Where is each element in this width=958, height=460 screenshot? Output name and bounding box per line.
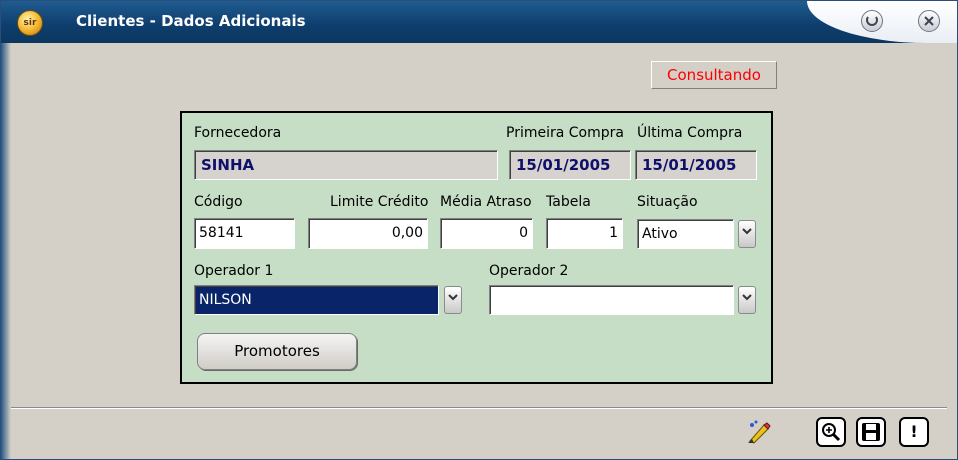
alert-icon: !	[910, 422, 918, 441]
status-indicator: Consultando	[651, 61, 777, 89]
promotores-button[interactable]: Promotores	[197, 333, 357, 370]
window-title: Clientes - Dados Adicionais	[76, 12, 306, 30]
ultima-compra-label: Última Compra	[637, 125, 743, 141]
app-icon[interactable]: sir	[17, 10, 43, 36]
save-button[interactable]	[856, 417, 886, 447]
title-bar: sir Clientes - Dados Adicionais	[1, 1, 957, 43]
limite-credito-input[interactable]: 0,00	[308, 218, 428, 249]
minimize-icon	[866, 16, 878, 26]
primeira-compra-label: Primeira Compra	[506, 125, 624, 141]
fornecedora-label: Fornecedora	[194, 125, 282, 141]
edit-clear-button[interactable]	[744, 417, 774, 447]
operador1-label: Operador 1	[194, 263, 274, 279]
zoom-button[interactable]	[816, 417, 846, 447]
fornecedora-field[interactable]: SINHA	[194, 150, 498, 180]
operador1-dropdown-button[interactable]	[444, 286, 462, 314]
operador2-dropdown-button[interactable]	[738, 286, 756, 314]
primeira-compra-field[interactable]: 15/01/2005	[509, 150, 631, 180]
minimize-button[interactable]	[861, 10, 883, 32]
edit-clear-icon	[748, 420, 771, 444]
chevron-down-icon	[742, 294, 752, 301]
media-atraso-input[interactable]: 0	[440, 218, 533, 249]
ultima-compra-field[interactable]: 15/01/2005	[635, 150, 757, 180]
tabela-input[interactable]: 1	[546, 218, 623, 249]
operador2-select[interactable]	[489, 285, 734, 315]
chevron-down-icon	[448, 294, 458, 301]
alert-button[interactable]: !	[899, 417, 929, 447]
chevron-down-icon	[742, 228, 752, 235]
tabela-label: Tabela	[546, 194, 591, 210]
situacao-label: Situação	[637, 194, 698, 210]
situacao-dropdown-button[interactable]	[738, 220, 756, 248]
codigo-label: Código	[194, 194, 243, 210]
limite-credito-label: Limite Crédito	[330, 194, 429, 210]
operador2-label: Operador 2	[489, 263, 569, 279]
bottom-toolbar	[11, 408, 947, 456]
window-left-edge	[1, 43, 11, 459]
situacao-select[interactable]: Ativo	[637, 219, 734, 249]
window: sir Clientes - Dados Adicionais Consulta…	[0, 0, 958, 460]
close-button[interactable]	[918, 10, 940, 32]
zoom-in-icon	[822, 423, 841, 442]
operador1-select[interactable]: NILSON	[194, 285, 439, 315]
codigo-input[interactable]: 58141	[194, 218, 295, 249]
close-icon	[924, 16, 934, 26]
media-atraso-label: Média Atraso	[440, 194, 532, 210]
save-icon	[862, 423, 880, 441]
